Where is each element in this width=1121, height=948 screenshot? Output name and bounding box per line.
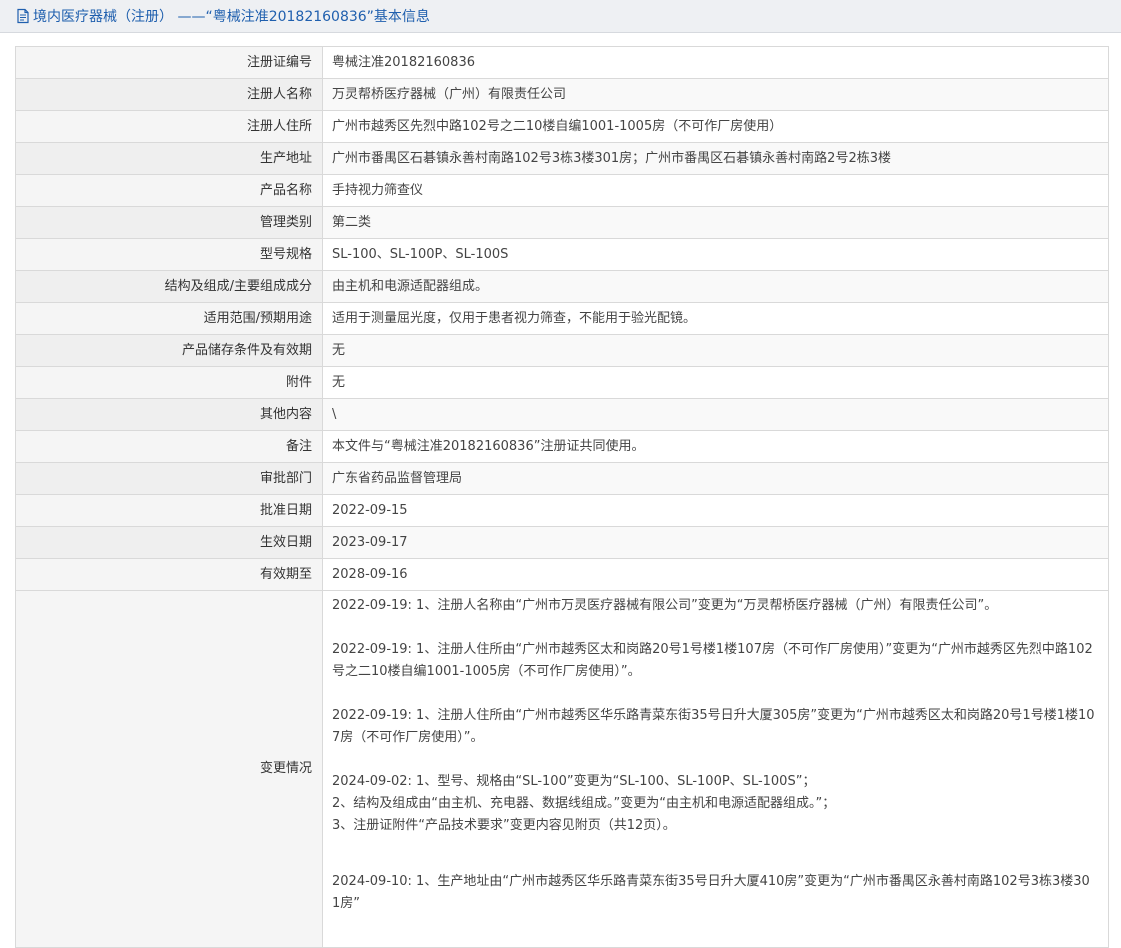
row-label: 管理类别 — [15, 206, 323, 239]
info-row: 附件无 — [15, 366, 1109, 399]
registration-info-table: 注册证编号 粤械注准20182160836 注册人名称 万灵帮桥医疗器械（广州）有限责… — [15, 46, 1109, 948]
row-value: 广州市越秀区先烈中路102号之二10楼自编1001-1005房（不可作厂房使用） — [322, 110, 1109, 143]
info-row: 注册人名称 万灵帮桥医疗器械（广州）有限责任公司 — [15, 78, 1109, 111]
row-value: 广东省药品监督管理局 — [322, 462, 1109, 495]
page-header: 境内医疗器械（注册） ——“粤械注准20182160836”基本信息 — [0, 0, 1121, 33]
changes-row: 变更情况 2022-09-19: 1、注册人名称由“广州市万灵医疗器械有限公司”变… — [15, 590, 1109, 948]
row-value: 由主机和电源适配器组成。 — [322, 270, 1109, 303]
change-line: 2、结构及组成由“由主机、充电器、数据线组成。”变更为“由主机和电源适配器组成。… — [332, 796, 836, 811]
info-row: 产品名称 手持视力筛查仪 — [15, 174, 1109, 207]
row-label: 型号规格 — [15, 238, 323, 271]
row-label: 结构及组成/主要组成成分 — [15, 270, 323, 303]
change-entry: 2024-09-10: 1、生产地址由“广州市越秀区华乐路青菜东街35号日升大厦… — [332, 871, 1098, 915]
row-label: 有效期至 — [15, 558, 323, 591]
change-entry: 2022-09-19: 1、注册人住所由“广州市越秀区太和岗路20号1号楼1楼1… — [332, 639, 1098, 683]
row-label: 备注 — [15, 430, 323, 463]
change-line: 2024-09-02: 1、型号、规格由“SL-100”变更为“SL-100、S… — [332, 774, 816, 789]
row-value: 广州市番禺区石碁镇永善村南路102号3栋3楼301房；广州市番禺区石碁镇永善村南… — [322, 142, 1109, 175]
change-entry: 2022-09-19: 1、注册人住所由“广州市越秀区华乐路青菜东街35号日升大… — [332, 705, 1098, 749]
row-value: 粤械注准20182160836 — [322, 46, 1109, 79]
info-row: 型号规格 SL-100、SL-100P、SL-100S — [15, 238, 1109, 271]
info-row: 适用范围/预期用途 适用于测量屈光度，仅用于患者视力筛查，不能用于验光配镜。 — [15, 302, 1109, 335]
info-row: 审批部门 广东省药品监督管理局 — [15, 462, 1109, 495]
row-label: 审批部门 — [15, 462, 323, 495]
document-icon — [17, 8, 29, 24]
info-row: 批准日期 2022-09-15 — [15, 494, 1109, 527]
row-label: 适用范围/预期用途 — [15, 302, 323, 335]
row-value: 适用于测量屈光度，仅用于患者视力筛查，不能用于验光配镜。 — [322, 302, 1109, 335]
change-entry: 2024-09-02: 1、型号、规格由“SL-100”变更为“SL-100、S… — [332, 771, 1098, 837]
row-value: 2023-09-17 — [322, 526, 1109, 559]
info-row: 生产地址 广州市番禺区石碁镇永善村南路102号3栋3楼301房；广州市番禺区石碁镇… — [15, 142, 1109, 175]
row-value: 2022-09-15 — [322, 494, 1109, 527]
row-label: 注册人住所 — [15, 110, 323, 143]
row-value: 手持视力筛查仪 — [322, 174, 1109, 207]
row-value: 万灵帮桥医疗器械（广州）有限责任公司 — [322, 78, 1109, 111]
change-line: 2024-09-10: 1、生产地址由“广州市越秀区华乐路青菜东街35号日升大厦… — [332, 874, 1090, 911]
row-label: 批准日期 — [15, 494, 323, 527]
change-line: 2022-09-19: 1、注册人名称由“广州市万灵医疗器械有限公司”变更为“万… — [332, 598, 998, 613]
row-value: 无 — [322, 366, 1109, 399]
info-row: 生效日期 2023-09-17 — [15, 526, 1109, 559]
info-row: 注册人住所 广州市越秀区先烈中路102号之二10楼自编1001-1005房（不可作… — [15, 110, 1109, 143]
row-label: 附件 — [15, 366, 323, 399]
row-value: \ — [322, 398, 1109, 431]
row-label: 生产地址 — [15, 142, 323, 175]
row-label: 注册人名称 — [15, 78, 323, 111]
row-value: 2028-09-16 — [322, 558, 1109, 591]
row-label: 产品名称 — [15, 174, 323, 207]
row-value: 无 — [322, 334, 1109, 367]
info-row: 注册证编号 粤械注准20182160836 — [15, 46, 1109, 79]
row-label: 生效日期 — [15, 526, 323, 559]
row-value: SL-100、SL-100P、SL-100S — [322, 238, 1109, 271]
info-row: 其他内容 \ — [15, 398, 1109, 431]
change-line: 2022-09-19: 1、注册人住所由“广州市越秀区华乐路青菜东街35号日升大… — [332, 708, 1095, 745]
info-row: 备注 本文件与“粤械注准20182160836”注册证共同使用。 — [15, 430, 1109, 463]
change-line: 3、注册证附件“产品技术要求”变更内容见附页（共12页）。 — [332, 818, 676, 833]
row-value: 本文件与“粤械注准20182160836”注册证共同使用。 — [322, 430, 1109, 463]
row-value: 第二类 — [322, 206, 1109, 239]
info-row: 结构及组成/主要组成成分 由主机和电源适配器组成。 — [15, 270, 1109, 303]
row-label: 其他内容 — [15, 398, 323, 431]
row-label: 注册证编号 — [15, 46, 323, 79]
info-row: 管理类别 第二类 — [15, 206, 1109, 239]
changes-content: 2022-09-19: 1、注册人名称由“广州市万灵医疗器械有限公司”变更为“万… — [322, 590, 1109, 948]
change-line: 2022-09-19: 1、注册人住所由“广州市越秀区太和岗路20号1号楼1楼1… — [332, 642, 1093, 679]
changes-label: 变更情况 — [15, 590, 323, 948]
change-entry: 2022-09-19: 1、注册人名称由“广州市万灵医疗器械有限公司”变更为“万… — [332, 595, 1098, 617]
row-label: 产品储存条件及有效期 — [15, 334, 323, 367]
info-row: 产品储存条件及有效期无 — [15, 334, 1109, 367]
info-row: 有效期至 2028-09-16 — [15, 558, 1109, 591]
page-title: 境内医疗器械（注册） ——“粤械注准20182160836”基本信息 — [33, 9, 430, 25]
